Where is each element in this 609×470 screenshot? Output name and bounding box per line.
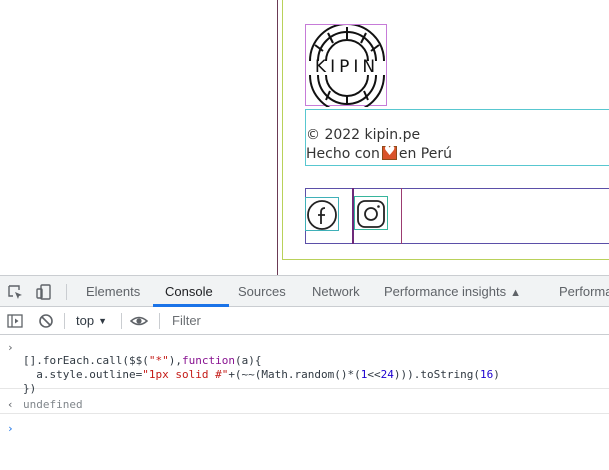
chevron-down-icon: ▼ — [98, 316, 107, 326]
page-viewport: KIPIN © 2022 kipin.pe Hecho con en Perú — [0, 0, 609, 275]
made-in-suffix: en Perú — [398, 146, 452, 162]
facebook-link[interactable] — [305, 197, 339, 231]
filter-input[interactable]: Filter — [166, 310, 609, 332]
clear-console-icon[interactable] — [37, 312, 55, 330]
console-input-entry: › [].forEach.call($$("*"),function(a){ a… — [0, 339, 609, 395]
console-prompt[interactable]: › — [0, 419, 609, 439]
code-line-2: a.style.outline="1px solid #"+(~~(Math.r… — [23, 368, 500, 381]
toolbar-separator — [64, 313, 65, 329]
tab-network[interactable]: Network — [312, 276, 360, 307]
devtools-panel: Elements Console Sources Network Perform… — [0, 275, 609, 470]
result-value: undefined — [23, 398, 83, 411]
eye-icon[interactable] — [130, 312, 148, 330]
heart-icon — [381, 144, 397, 160]
console-output: › [].forEach.call($$("*"),function(a){ a… — [0, 335, 609, 470]
social-links — [305, 188, 609, 244]
logo-wordmark: KIPIN — [315, 57, 379, 77]
tab-elements[interactable]: Elements — [86, 276, 140, 307]
instagram-icon — [357, 200, 385, 228]
console-toolbar: top ▼ Filter — [0, 307, 609, 335]
footer-text-block: © 2022 kipin.pe Hecho con en Perú — [305, 109, 609, 166]
toolbar-separator — [121, 313, 122, 329]
tab-performance-insights-label: Performance insights — [384, 284, 507, 299]
code-line-1: [].forEach.call($$("*"),function(a){ — [23, 354, 262, 367]
tab-performance-insights[interactable]: Performance insights ▲ — [384, 276, 521, 307]
console-result-entry: ‹ undefined — [0, 396, 609, 414]
inspect-element-icon[interactable] — [6, 283, 24, 301]
tab-performance[interactable]: Performa — [559, 276, 609, 307]
toolbar-separator — [159, 313, 160, 329]
code-line-3: }) — [23, 382, 37, 395]
tab-console[interactable]: Console — [165, 276, 213, 307]
kipin-logo[interactable]: KIPIN — [305, 24, 387, 107]
tab-sources[interactable]: Sources — [238, 276, 286, 307]
kipin-logo-graphic: KIPIN — [309, 25, 385, 107]
device-toolbar-icon[interactable] — [35, 283, 53, 301]
element-outline — [277, 0, 278, 275]
copyright-text: © 2022 kipin.pe — [306, 127, 421, 143]
chevron-right-icon: › — [7, 341, 14, 354]
context-selector[interactable]: top ▼ — [76, 307, 107, 335]
instagram-link[interactable] — [354, 196, 388, 230]
context-selector-value: top — [76, 313, 95, 328]
experiment-flask-icon: ▲ — [510, 287, 522, 299]
sidebar-toggle-icon[interactable] — [6, 312, 24, 330]
element-outline — [401, 188, 402, 244]
prompt-chevron-icon: › — [7, 422, 14, 435]
made-in-prefix: Hecho con — [306, 146, 380, 162]
facebook-icon — [307, 200, 337, 230]
made-in-text: Hecho con en Perú — [306, 144, 452, 162]
devtools-tabbar: Elements Console Sources Network Perform… — [0, 276, 609, 307]
result-arrow-icon: ‹ — [7, 398, 14, 411]
tabbar-separator — [66, 284, 67, 300]
